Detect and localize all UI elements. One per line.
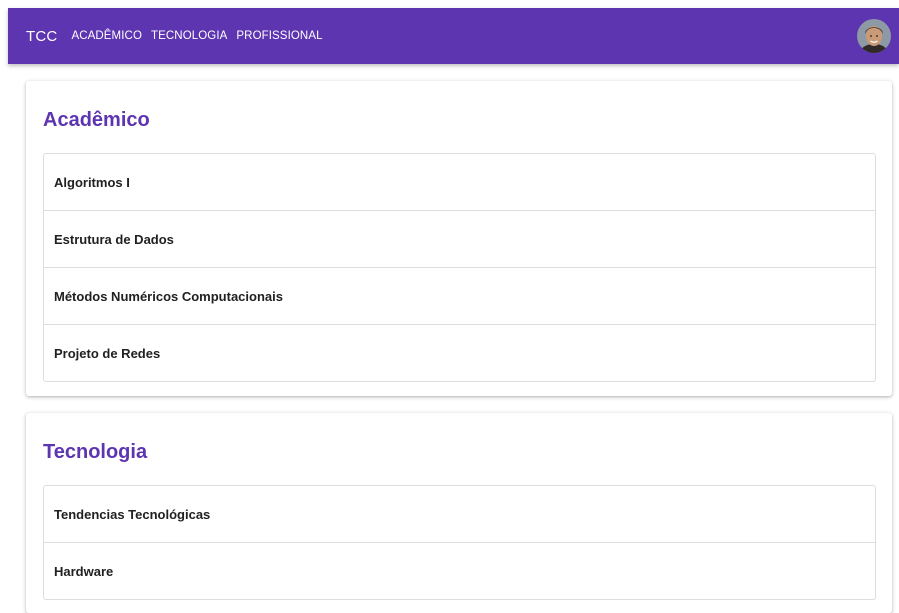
- nav-link-academico[interactable]: ACADÊMICO: [71, 30, 142, 42]
- list-academico: Algoritmos I Estrutura de Dados Métodos …: [43, 153, 876, 382]
- section-title-academico: Acadêmico: [43, 109, 150, 131]
- top-app-bar: TCC ACADÊMICO TECNOLOGIA PROFISSIONAL: [8, 8, 899, 64]
- user-avatar-icon: [857, 19, 891, 53]
- nav-link-tecnologia[interactable]: TECNOLOGIA: [151, 30, 227, 42]
- list-item-tendencias-tecnologicas[interactable]: Tendencias Tecnológicas: [43, 485, 876, 543]
- brand-logo[interactable]: TCC: [26, 28, 57, 45]
- list-item-algoritmos-i[interactable]: Algoritmos I: [43, 153, 876, 211]
- list-item-hardware[interactable]: Hardware: [43, 542, 876, 600]
- user-avatar[interactable]: [857, 19, 891, 53]
- section-card-tecnologia: Tecnologia Tendencias Tecnológicas Hardw…: [26, 413, 892, 613]
- section-card-academico: Acadêmico Algoritmos I Estrutura de Dado…: [26, 81, 892, 396]
- list-tecnologia: Tendencias Tecnológicas Hardware: [43, 485, 876, 600]
- section-title-tecnologia: Tecnologia: [43, 441, 148, 463]
- list-item-estrutura-de-dados[interactable]: Estrutura de Dados: [43, 210, 876, 268]
- list-item-projeto-de-redes[interactable]: Projeto de Redes: [43, 324, 876, 382]
- list-item-metodos-numericos[interactable]: Métodos Numéricos Computacionais: [43, 267, 876, 325]
- nav-link-profissional[interactable]: PROFISSIONAL: [236, 30, 322, 42]
